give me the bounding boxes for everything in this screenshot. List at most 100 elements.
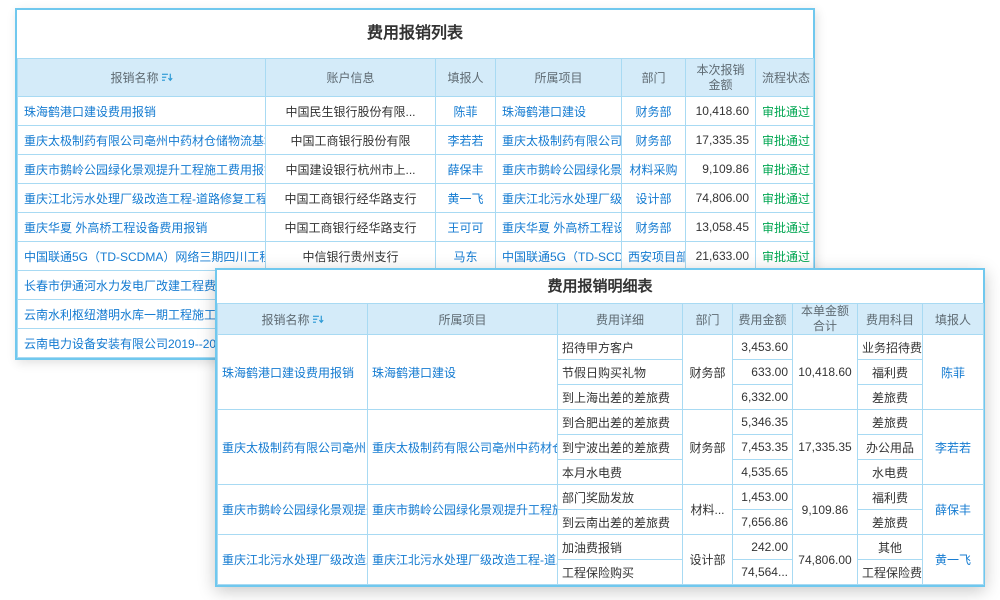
amount-cell: 633.00 <box>733 360 793 385</box>
expense-detail-panel: 费用报销明细表 报销名称 所属项目 费用详细 部门 费用金额 本单金额合计 费用… <box>215 268 985 587</box>
filler-link[interactable]: 陈菲 <box>923 335 984 410</box>
expense-detail-cell: 加油费报销 <box>558 535 683 560</box>
account-cell: 中信银行贵州支行 <box>266 242 436 271</box>
dept-cell: 设计部 <box>683 535 733 585</box>
col-header-filler: 填报人 <box>436 59 496 97</box>
category-cell: 业务招待费 <box>858 335 923 360</box>
project-link[interactable]: 重庆江北污水处理厂级改造工... <box>496 184 622 213</box>
category-cell: 办公用品 <box>858 435 923 460</box>
amount-cell: 5,346.35 <box>733 410 793 435</box>
status-link[interactable]: 审批通过 <box>756 213 814 242</box>
expense-name-link[interactable]: 中国联通5G（TD-SCDMA）网络三期四川工程费... <box>18 242 266 271</box>
list-row: 重庆太极制药有限公司亳州中药材仓储物流基地项...中国工商银行股份有限李若若重庆… <box>18 126 814 155</box>
category-cell: 差旅费 <box>858 410 923 435</box>
filler-link[interactable]: 李若若 <box>923 410 984 485</box>
category-cell: 其他 <box>858 535 923 560</box>
amount-cell: 21,633.00 <box>686 242 756 271</box>
col-header-name: 报销名称 <box>18 59 266 97</box>
expense-name-link[interactable]: 重庆江北污水处理厂级改造工程-... <box>218 535 368 585</box>
detail-row: 重庆江北污水处理厂级改造工程-...重庆江北污水处理厂级改造工程-道路修复工加油… <box>218 535 984 560</box>
sort-icon[interactable] <box>162 72 173 83</box>
expense-detail-cell: 部门奖励发放 <box>558 485 683 510</box>
amount-cell: 1,453.00 <box>733 485 793 510</box>
expense-name-link[interactable]: 重庆太极制药有限公司亳州中药材... <box>218 410 368 485</box>
expense-detail-cell: 到上海出差的差旅费 <box>558 385 683 410</box>
filler-link[interactable]: 黄一飞 <box>436 184 496 213</box>
dept-cell[interactable]: 西安项目部 <box>622 242 686 271</box>
filler-link[interactable]: 黄一飞 <box>923 535 984 585</box>
dept-cell[interactable]: 财务部 <box>622 126 686 155</box>
filler-link[interactable]: 薛保丰 <box>436 155 496 184</box>
project-link[interactable]: 中国联通5G（TD-SCDMA）网... <box>496 242 622 271</box>
amount-cell: 3,453.60 <box>733 335 793 360</box>
list-row: 重庆江北污水处理厂级改造工程-道路修复工程费用...中国工商银行经华路支行黄一飞… <box>18 184 814 213</box>
expense-detail-cell: 到合肥出差的差旅费 <box>558 410 683 435</box>
report-canvas: 费用报销列表 报销名称 账户信息 填报人 所属项目 部门 本次报销金额 流程状态 <box>0 0 1000 600</box>
dept-cell[interactable]: 设计部 <box>622 184 686 213</box>
category-cell: 水电费 <box>858 460 923 485</box>
expense-detail-cell: 节假日购买礼物 <box>558 360 683 385</box>
dept-cell[interactable]: 财务部 <box>622 97 686 126</box>
project-link[interactable]: 重庆市鹅岭公园绿化景观提升... <box>496 155 622 184</box>
expense-detail-table: 报销名称 所属项目 费用详细 部门 费用金额 本单金额合计 费用科目 填报人 珠… <box>217 303 984 585</box>
amount-cell: 17,335.35 <box>686 126 756 155</box>
amount-cell: 7,656.86 <box>733 510 793 535</box>
category-cell: 差旅费 <box>858 510 923 535</box>
account-cell: 中国建设银行杭州市上... <box>266 155 436 184</box>
project-link[interactable]: 重庆太极制药有限公司亳州中药材仓储物流 <box>368 410 558 485</box>
col-header-project: 所属项目 <box>368 304 558 335</box>
list-row: 重庆华夏 外高桥工程设备费用报销中国工商银行经华路支行王可可重庆华夏 外高桥工程… <box>18 213 814 242</box>
expense-name-link[interactable]: 重庆江北污水处理厂级改造工程-道路修复工程费用... <box>18 184 266 213</box>
col-header-project: 所属项目 <box>496 59 622 97</box>
project-link[interactable]: 重庆市鹅岭公园绿化景观提升工程施工 <box>368 485 558 535</box>
expense-name-link[interactable]: 重庆太极制药有限公司亳州中药材仓储物流基地项... <box>18 126 266 155</box>
expense-detail-cell: 到宁波出差的差旅费 <box>558 435 683 460</box>
dept-cell[interactable]: 财务部 <box>622 213 686 242</box>
filler-link[interactable]: 陈菲 <box>436 97 496 126</box>
col-header-name-label: 报销名称 <box>110 71 158 85</box>
total-amount-cell: 9,109.86 <box>793 485 858 535</box>
expense-detail-cell: 到云南出差的差旅费 <box>558 510 683 535</box>
project-link[interactable]: 重庆江北污水处理厂级改造工程-道路修复工 <box>368 535 558 585</box>
filler-link[interactable]: 马东 <box>436 242 496 271</box>
status-link[interactable]: 审批通过 <box>756 126 814 155</box>
filler-link[interactable]: 薛保丰 <box>923 485 984 535</box>
amount-cell: 4,535.65 <box>733 460 793 485</box>
amount-cell: 74,806.00 <box>686 184 756 213</box>
filler-link[interactable]: 李若若 <box>436 126 496 155</box>
col-header-name: 报销名称 <box>218 304 368 335</box>
list-table-title: 费用报销列表 <box>17 10 813 58</box>
amount-cell: 74,564... <box>733 560 793 585</box>
category-cell: 差旅费 <box>858 385 923 410</box>
expense-name-link[interactable]: 重庆市鹅岭公园绿化景观提升工程... <box>218 485 368 535</box>
expense-name-link[interactable]: 珠海鹤港口建设费用报销 <box>18 97 266 126</box>
amount-cell: 6,332.00 <box>733 385 793 410</box>
status-link[interactable]: 审批通过 <box>756 155 814 184</box>
account-cell: 中国工商银行经华路支行 <box>266 184 436 213</box>
filler-link[interactable]: 王可可 <box>436 213 496 242</box>
project-link[interactable]: 重庆太极制药有限公司亳州中... <box>496 126 622 155</box>
total-amount-cell: 10,418.60 <box>793 335 858 410</box>
expense-detail-cell: 工程保险购买 <box>558 560 683 585</box>
account-cell: 中国民生银行股份有限... <box>266 97 436 126</box>
status-link[interactable]: 审批通过 <box>756 184 814 213</box>
list-row: 中国联通5G（TD-SCDMA）网络三期四川工程费...中信银行贵州支行马东中国… <box>18 242 814 271</box>
col-header-account: 账户信息 <box>266 59 436 97</box>
status-link[interactable]: 审批通过 <box>756 97 814 126</box>
category-cell: 工程保险费 <box>858 560 923 585</box>
project-link[interactable]: 重庆华夏 外高桥工程设备 <box>496 213 622 242</box>
account-cell: 中国工商银行股份有限 <box>266 126 436 155</box>
detail-row: 重庆太极制药有限公司亳州中药材...重庆太极制药有限公司亳州中药材仓储物流到合肥… <box>218 410 984 435</box>
col-header-dept: 部门 <box>622 59 686 97</box>
col-header-category: 费用科目 <box>858 304 923 335</box>
expense-name-link[interactable]: 珠海鹤港口建设费用报销 <box>218 335 368 410</box>
project-link[interactable]: 珠海鹤港口建设 <box>496 97 622 126</box>
expense-name-link[interactable]: 重庆华夏 外高桥工程设备费用报销 <box>18 213 266 242</box>
expense-name-link[interactable]: 重庆市鹅岭公园绿化景观提升工程施工费用报销 <box>18 155 266 184</box>
sort-icon[interactable] <box>313 314 324 325</box>
expense-detail-cell: 招待甲方客户 <box>558 335 683 360</box>
detail-row: 重庆市鹅岭公园绿化景观提升工程...重庆市鹅岭公园绿化景观提升工程施工部门奖励发… <box>218 485 984 510</box>
status-link[interactable]: 审批通过 <box>756 242 814 271</box>
dept-cell[interactable]: 材料采购 <box>622 155 686 184</box>
project-link[interactable]: 珠海鹤港口建设 <box>368 335 558 410</box>
